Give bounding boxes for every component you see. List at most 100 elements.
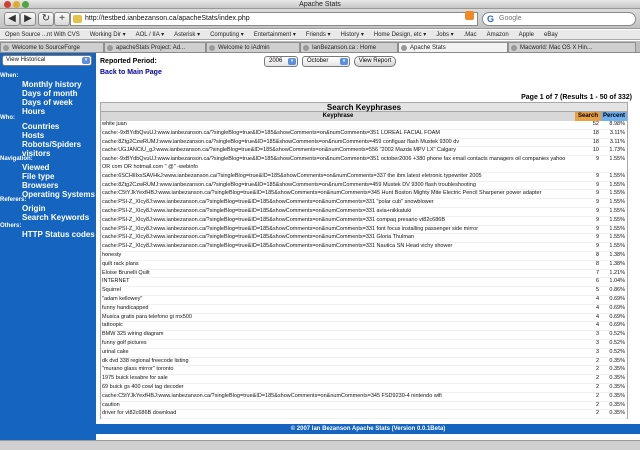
close-tab-icon[interactable] [107, 45, 113, 51]
view-mode-select[interactable]: View Historical ▾ [2, 55, 92, 66]
keyphrase-cell: driver for vt82c686B download [102, 410, 177, 417]
keyphrase-cell: 1975 buick lesabre for sale [102, 375, 168, 382]
close-tab-icon[interactable] [3, 45, 9, 51]
google-search-icon[interactable]: G [487, 14, 494, 24]
sidebar-item[interactable]: Operating Systems [22, 190, 95, 199]
tab-label: Macworld: Mac OS X Hin... [520, 45, 593, 51]
percent-cell: 1.73% [609, 147, 625, 154]
search-count-cell: 9 [595, 199, 599, 206]
bookmark-item[interactable]: Apple [514, 30, 539, 39]
table-row: 69 buick gs 400 cowl tag decoder 2 0.35% [101, 384, 627, 393]
sidebar-item[interactable]: HTTP Status codes [22, 230, 95, 239]
search-count-cell: 3 [595, 331, 599, 338]
percent-cell: 0.69% [609, 322, 625, 329]
sidebar-item[interactable]: Monthly history [22, 80, 82, 89]
close-tab-icon[interactable] [401, 45, 407, 51]
sidebar-item[interactable]: Countries [22, 122, 59, 131]
tab-item[interactable]: Welcome to SourceForge [0, 42, 104, 52]
bookmark-item[interactable]: Friends ▾ [301, 30, 336, 39]
close-tab-icon[interactable] [209, 45, 215, 51]
tab-item[interactable]: Macworld: Mac OS X Hin... [508, 42, 636, 52]
search-count-cell: 7 [595, 269, 599, 276]
keyphrase-cell: caution [102, 401, 120, 408]
tab-bar: Welcome to SourceForge apacheStats Projec… [0, 41, 640, 53]
search-count-cell: 2 [595, 401, 599, 408]
bookmark-item[interactable]: Open Source ...nt With CVS [0, 30, 85, 39]
tab-item[interactable]: Welcome to iAdmin [206, 42, 300, 52]
sidebar-item[interactable]: File type [22, 172, 54, 181]
close-tab-icon[interactable] [303, 45, 309, 51]
percent-cell: 1.38% [609, 260, 625, 267]
keyphrase-column-header: Keyphrase [322, 113, 354, 119]
percent-cell: 1.55% [609, 225, 625, 232]
search-count-cell: 2 [595, 375, 599, 382]
table-row: cache:-9xBYdbQvuUJ:www.ianbezanson.ca/?s… [101, 156, 627, 173]
bookmark-item[interactable]: Asterisk ▾ [169, 30, 205, 39]
back-to-main-link[interactable]: Back to Main Page [100, 69, 162, 76]
percent-cell: 1.55% [609, 216, 625, 223]
percent-cell: 1.55% [609, 199, 625, 206]
bookmark-item[interactable]: Home Design, etc ▾ [369, 30, 431, 39]
month-select[interactable]: October ▾ [302, 56, 350, 67]
bookmark-item[interactable]: Amazon [482, 30, 514, 39]
table-row: Squirrel 5 0.86% [101, 287, 627, 296]
search-input[interactable]: G Google [482, 12, 636, 26]
search-count-cell: 2 [595, 383, 599, 390]
sidebar-item[interactable]: Hosts [22, 131, 44, 140]
keyphrase-cell: urinal cake [102, 348, 129, 355]
sidebar-item[interactable]: Browsers [22, 181, 58, 190]
bookmark-item[interactable]: AOL / IIA ▾ [131, 30, 169, 39]
sidebar-item[interactable]: Robots/Spiders visitors [22, 140, 94, 158]
keyphrase-cell: funny golf pictures [102, 339, 147, 346]
tab-item[interactable]: apacheStats Project: Ad... [104, 42, 206, 52]
sidebar-item[interactable]: Days of month [22, 89, 78, 98]
table-row: cache:UGJANCiU_gJ:www.ianbezanson.ca/?si… [101, 147, 627, 157]
sidebar: View Historical ▾ When: Monthly history Da… [0, 53, 96, 440]
bookmark-item[interactable]: eBay [539, 30, 563, 39]
search-count-cell: 5 [595, 287, 599, 294]
year-select[interactable]: 2006 ▾ [264, 56, 298, 67]
sidebar-item[interactable]: Days of week [22, 98, 73, 107]
table-row: cache:8Ztg2CzwRUMJ:www.ianbezanson.ca/?s… [101, 139, 627, 148]
table-row: cache:PSI-Z_XIcy8J:www.ianbezanson.ca/?s… [101, 226, 627, 235]
sidebar-item[interactable]: Hours [22, 107, 45, 116]
sidebar-section-label: When: [0, 73, 19, 79]
bookmark-item[interactable]: Computing ▾ [205, 30, 249, 39]
table-row: cache:-9xBYdbQvuUJ:www.ianbezanson.ca/?s… [101, 130, 627, 139]
bookmark-item[interactable]: Working Dir ▾ [85, 30, 131, 39]
keyphrase-cell: tattoopic [102, 322, 123, 329]
table-row: "adam kellowey" 4 0.69% [101, 296, 627, 305]
navigation-toolbar: ◀ ▶ ↻ + http://testbed.ianbezanson.ca/ap… [0, 9, 640, 29]
keyphrase-cell: cache:PSI-Z_XIcy8J:www.ianbezanson.ca/?s… [102, 243, 453, 250]
add-bookmark-button[interactable]: + [54, 12, 70, 26]
tab-label: Welcome to iAdmin [218, 45, 270, 51]
percent-cell: 0.69% [609, 304, 625, 311]
table-row: cache:PSI-Z_XIcy8J:www.ianbezanson.ca/?s… [101, 234, 627, 244]
tab-item[interactable]: Apache Stats [398, 42, 508, 52]
view-report-button[interactable]: View Report [354, 56, 396, 67]
tab-item[interactable]: IanBezanson.ca : Home [300, 42, 398, 52]
sidebar-item[interactable]: Viewed [22, 163, 49, 172]
bookmark-item[interactable]: .Mac [459, 30, 482, 39]
sidebar-item[interactable]: Search Keywords [22, 213, 89, 222]
keyphrase-cell: funny handicapped [102, 304, 149, 311]
reload-button[interactable]: ↻ [38, 12, 54, 26]
table-row: BMW 325 wiring diagram 3 0.52% [101, 331, 627, 340]
sidebar-item[interactable]: Origin [22, 204, 46, 213]
bookmark-item[interactable]: Jobs ▾ [431, 30, 458, 39]
percent-cell: 0.86% [609, 287, 625, 294]
close-tab-icon[interactable] [511, 45, 517, 51]
table-row: dk dvd 338 regional freecode listing 2 0.3… [101, 358, 627, 367]
sidebar-section-label: Who: [0, 115, 15, 121]
percent-cell: 0.52% [609, 348, 625, 355]
tab-label: apacheStats Project: Ad... [116, 45, 186, 51]
forward-button[interactable]: ▶ [20, 12, 36, 26]
bookmark-item[interactable]: Entertainment ▾ [249, 30, 301, 39]
search-count-cell: 6 [595, 278, 599, 285]
url-bar[interactable]: http://testbed.ianbezanson.ca/apacheStat… [70, 12, 478, 26]
rss-feed-icon[interactable] [465, 11, 474, 20]
search-count-cell: 3 [595, 348, 599, 355]
keyphrase-cell: cache:UGJANCiU_gJ:www.ianbezanson.ca/?si… [102, 147, 456, 154]
back-button[interactable]: ◀ [4, 12, 20, 26]
bookmark-item[interactable]: History ▾ [336, 30, 369, 39]
